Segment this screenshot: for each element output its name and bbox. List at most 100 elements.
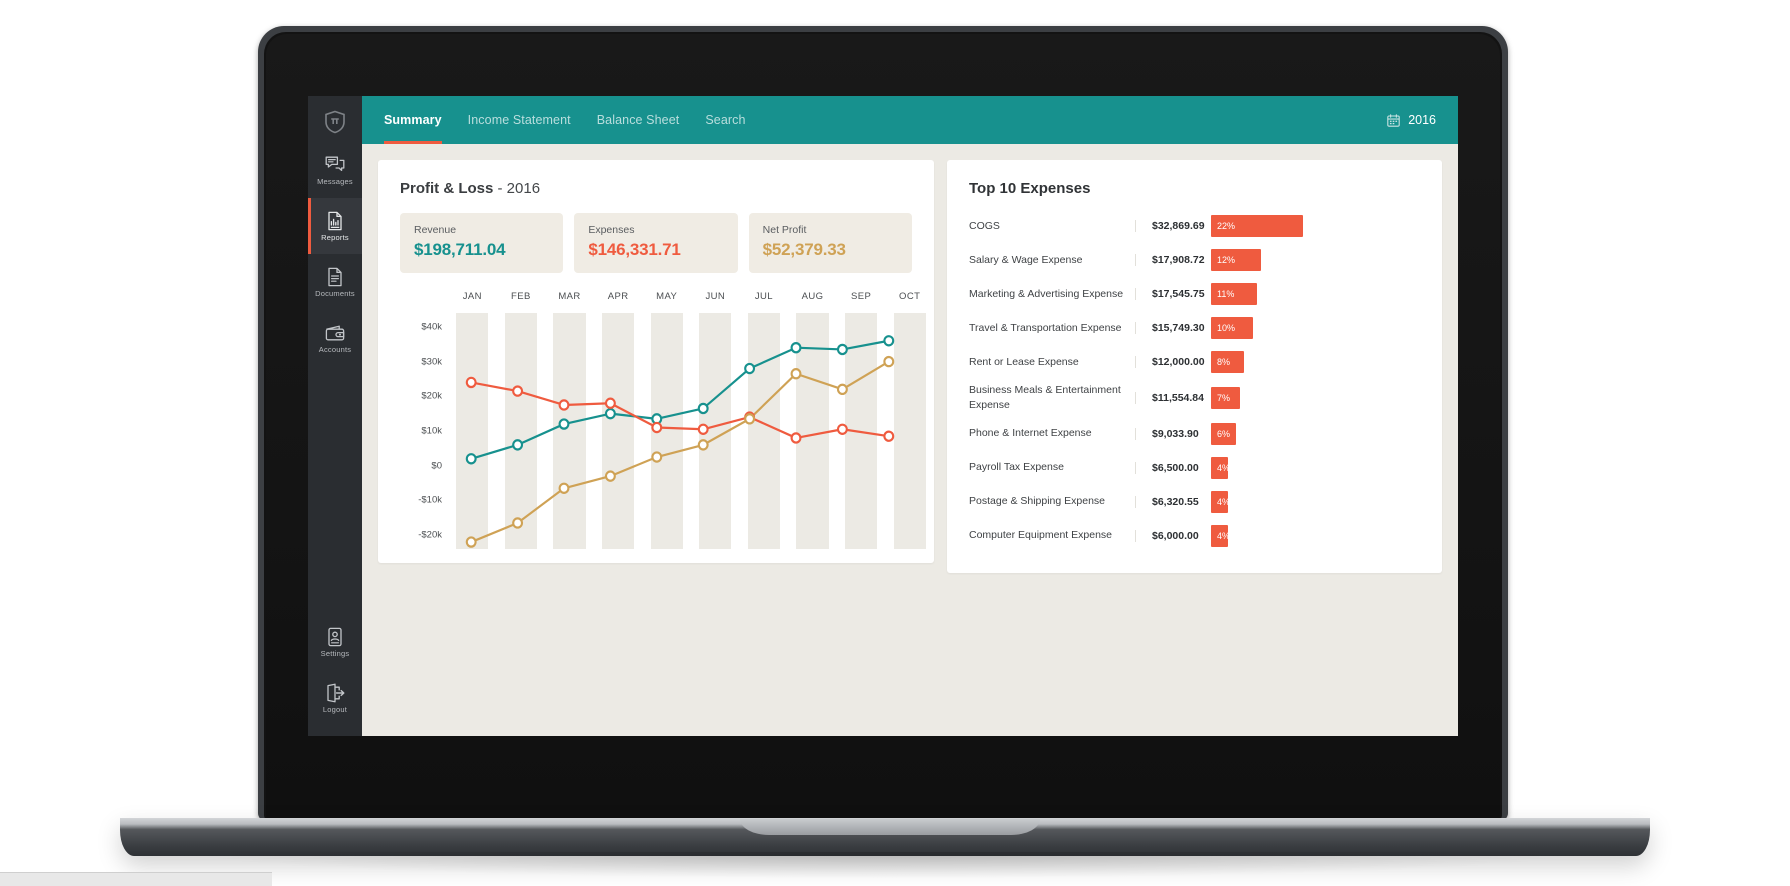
chart-x-tick: AUG [801, 291, 824, 302]
chart-point [512, 517, 524, 529]
chart-x-tick: FEB [511, 291, 531, 302]
chart-y-tick: $10k [421, 425, 442, 437]
expense-name: COGS [969, 219, 1000, 232]
expense-row[interactable]: Salary & Wage Expense $17,908.72 12% [969, 243, 1420, 277]
accounts-wallet-icon [325, 325, 345, 341]
tab-label: Income Statement [467, 113, 571, 127]
top-expenses-card: Top 10 Expenses COGS $32,869.69 22% Salary … [947, 160, 1442, 573]
chart-point [883, 430, 895, 442]
kpi-value: $52,379.33 [762, 240, 846, 259]
chart-x-tick: JUL [754, 291, 773, 302]
expense-bar-wrap: 10% [1211, 317, 1420, 339]
chart-y-tick: $0 [431, 460, 442, 472]
tab-search[interactable]: Search [705, 96, 745, 144]
sidebar-item-label: Messages [317, 176, 353, 186]
top-expenses-title: Top 10 Expenses [969, 180, 1091, 197]
chart-y-tick: $40k [421, 321, 442, 333]
chart-point [604, 397, 616, 409]
year-picker[interactable]: 2016 [1387, 113, 1436, 127]
sidebar-item-settings[interactable]: Settings [308, 614, 362, 670]
tab-list: Summary Income Statement Balance Sheet Sear… [362, 96, 746, 144]
chart-line-revenue [470, 339, 890, 460]
sidebar: Messages Reports Documents Accounts Setting… [308, 96, 362, 736]
chart-point [604, 470, 616, 482]
chart-y-tick: $30k [421, 356, 442, 368]
expense-row[interactable]: Postage & Shipping Expense $6,320.55 4% [969, 485, 1420, 519]
chart-point [836, 423, 848, 435]
expense-row[interactable]: Phone & Internet Expense $9,033.90 6% [969, 417, 1420, 451]
chart-point [651, 451, 663, 463]
expense-row[interactable]: Marketing & Advertising Expense $17,545.7… [969, 277, 1420, 311]
sidebar-item-reports[interactable]: Reports [308, 198, 362, 254]
expense-percent: 4% [1217, 530, 1231, 541]
expense-name: Payroll Tax Expense [969, 461, 1064, 474]
expense-amount: $17,545.75 [1135, 288, 1211, 300]
expense-amount: $32,869.69 [1135, 220, 1211, 232]
chart-point [465, 453, 477, 465]
tab-label: Balance Sheet [596, 113, 680, 127]
chart-series-svg [465, 335, 895, 548]
expense-percent: 8% [1217, 357, 1231, 367]
chart-point [512, 439, 524, 451]
sidebar-item-accounts[interactable]: Accounts [308, 310, 362, 366]
expense-row[interactable]: Business Meals & Entertainment Expense $1… [969, 379, 1420, 417]
laptop-base-notch [740, 819, 1040, 835]
expense-amount: $6,500.00 [1135, 461, 1211, 474]
expense-row[interactable]: COGS $32,869.69 22% [969, 209, 1420, 243]
expense-row[interactable]: Rent or Lease Expense $12,000.00 8% [969, 345, 1420, 379]
chart-point [558, 482, 570, 494]
expense-percent: 4% [1217, 462, 1231, 473]
chart-point [512, 385, 524, 397]
expense-percent: 10% [1217, 323, 1236, 333]
tab-income-statement[interactable]: Income Statement [468, 96, 571, 144]
expense-bar-wrap: 4% [1211, 456, 1420, 479]
kpi-row: Revenue $198,711.04 Expenses $146,331.71 Net… [400, 213, 912, 273]
chart-point [790, 432, 802, 444]
expense-amount: $12,000.00 [1135, 356, 1211, 368]
chart-y-axis-labels: $40k $30k $20k $10k $0 -$10k -$20k [400, 313, 448, 549]
expense-percent: 22% [1217, 221, 1236, 231]
sidebar-item-documents[interactable]: Documents [308, 254, 362, 310]
logout-icon [327, 683, 345, 703]
chart-point [836, 383, 848, 396]
expense-bar-wrap: 11% [1211, 283, 1420, 305]
app-logo[interactable] [308, 102, 362, 142]
expense-bar-wrap: 4% [1211, 524, 1420, 547]
sidebar-item-label: Logout [322, 704, 348, 714]
sidebar-item-label: Reports [321, 232, 349, 242]
chart-point [790, 342, 802, 354]
chart-point [697, 439, 709, 451]
expense-row[interactable]: Computer Equipment Expense $6,000.00 4% [969, 519, 1420, 553]
settings-user-icon [328, 627, 342, 647]
expense-percent: 12% [1217, 255, 1236, 265]
chart-point [836, 343, 848, 356]
expense-row[interactable]: Travel & Transportation Expense $15,749.3… [969, 311, 1420, 345]
expense-name: Business Meals & Entertainment Expense [969, 384, 1121, 411]
expense-percent: 6% [1217, 428, 1231, 439]
chart-x-tick: SEP [850, 291, 872, 302]
chart-x-tick: MAR [558, 291, 581, 302]
expense-bar-wrap: 12% [1211, 249, 1420, 271]
expense-bar-wrap: 22% [1211, 215, 1420, 237]
expense-percent: 4% [1217, 496, 1231, 507]
sidebar-item-label: Documents [315, 288, 355, 298]
chart-y-tick: -$10k [418, 494, 442, 506]
expense-percent: 11% [1217, 289, 1235, 299]
app-screen: Messages Reports Documents Accounts Setting… [308, 96, 1458, 736]
sidebar-item-logout[interactable]: Logout [308, 670, 362, 726]
expense-bar-wrap: 8% [1211, 351, 1420, 373]
expense-row[interactable]: Payroll Tax Expense $6,500.00 4% [969, 451, 1420, 485]
expense-amount: $9,033.90 [1135, 427, 1211, 440]
kpi-label: Revenue [414, 224, 457, 236]
tab-summary[interactable]: Summary [384, 96, 442, 144]
reports-icon [328, 211, 342, 230]
expense-bar-wrap: 7% [1211, 386, 1420, 409]
tab-balance-sheet[interactable]: Balance Sheet [597, 96, 680, 144]
chart-x-tick: JUN [705, 291, 726, 302]
sidebar-item-messages[interactable]: Messages [308, 142, 362, 198]
expense-percent: 7% [1217, 392, 1231, 403]
expense-amount: $17,908.72 [1135, 254, 1211, 266]
chart-x-axis-labels: JAN FEB MAR APR MAY JUN JUL AUG SEP OCT [448, 291, 920, 309]
kpi-label: Expenses [588, 224, 635, 236]
messages-icon [325, 156, 345, 171]
